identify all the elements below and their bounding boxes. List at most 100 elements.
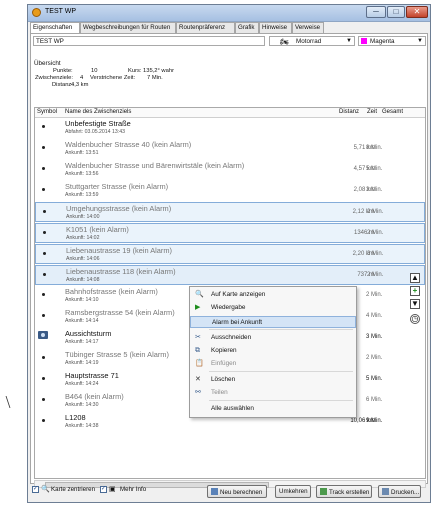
context-menu-item[interactable]: ▶ Wiedergabe [190, 302, 356, 314]
waypoint-bullet-icon [42, 188, 45, 191]
context-menu-label: Alle auswählen [211, 405, 254, 412]
maximize-button[interactable]: □ [387, 6, 405, 18]
waypoint-name: Bahnhofstrasse (kein Alarm) [65, 287, 158, 296]
header-zeit[interactable]: Zeit [367, 109, 377, 115]
move-up-button[interactable]: ▲ [410, 273, 420, 283]
table-row[interactable]: K1051 (kein Alarm) Ankunft: 14:02 1346 m2 … [35, 223, 425, 243]
zwischenziele-value: 4 [80, 75, 84, 81]
waypoint-name: Ramsbergstrasse 54 (kein Alarm) [65, 308, 175, 317]
waypoint-time-info: Ankunft: 13:51 [65, 150, 99, 156]
neu-berechnen-label: Neu berechnen [220, 489, 263, 496]
neu-berechnen-button[interactable]: Neu berechnen [207, 485, 267, 498]
waypoint-bullet-icon [43, 231, 46, 234]
waypoint-duration: 8 Min. [366, 145, 383, 151]
waypoint-time-info: Ankunft: 14:00 [66, 214, 100, 220]
table-row[interactable]: Umgehungsstrasse (kein Alarm) Ankunft: 14… [35, 202, 425, 222]
context-menu-label: Kopieren [211, 347, 237, 354]
delete-icon: ✕ [195, 376, 201, 383]
punkte-value: 10 [91, 68, 98, 74]
header-symbol[interactable]: Symbol [37, 109, 57, 115]
close-button[interactable]: ✕ [406, 6, 428, 18]
umkehren-button[interactable]: Umkehren [275, 485, 311, 498]
route-name-input[interactable]: TEST WP [33, 36, 265, 46]
context-menu-label: Alarm bei Ankunft [212, 319, 263, 326]
chevron-down-icon: ▼ [417, 38, 423, 44]
verstrichene-zeit-label: Verstrichene Zeit: [90, 75, 136, 81]
waypoint-duration: 2 Min. [367, 230, 384, 236]
table-row[interactable]: Liebenaustrasse 19 (kein Alarm) Ankunft: … [35, 244, 425, 264]
karte-zentrieren-checkbox[interactable]: ✓ [32, 486, 39, 493]
color-value: Magenta [370, 38, 395, 45]
umkehren-label: Umkehren [279, 488, 308, 495]
table-row[interactable]: Liebenaustrasse 118 (kein Alarm) Ankunft:… [35, 265, 425, 285]
waypoint-name: Stuttgarter Strasse (kein Alarm) [65, 182, 169, 191]
context-menu-label: Teilen [211, 389, 228, 396]
vehicle-select[interactable]: 🏍 Motorrad ▼ [269, 36, 355, 46]
color-select[interactable]: Magenta ▼ [358, 36, 426, 46]
waypoint-name: Hauptstrasse 71 [65, 371, 119, 380]
header-distanz[interactable]: Distanz [339, 109, 359, 115]
waypoint-bullet-icon [42, 125, 45, 128]
waypoint-duration: 4 Min. [366, 313, 383, 319]
header-gesamt[interactable]: Gesamt [382, 109, 403, 115]
menu-separator [209, 400, 353, 401]
waypoint-name: Aussichtsturm [65, 329, 112, 338]
waypoint-bullet-icon [42, 293, 45, 296]
waypoint-duration: 5 Min. [366, 166, 383, 172]
track-icon [320, 488, 327, 495]
tab-verweise[interactable]: Verweise [292, 22, 324, 33]
overview-box: Übersicht Punkte: 10 Kurs: 135,2° wahr Z… [34, 60, 194, 95]
context-menu-item[interactable]: ✂ Ausschneiden [190, 332, 356, 344]
camera-icon [38, 331, 48, 339]
track-erstellen-button[interactable]: Track erstellen [316, 485, 372, 498]
context-menu: 🔍 Auf Karte anzeigen ▶ Wiedergabe Alarm bei … [189, 286, 357, 418]
context-menu-label: Auf Karte anzeigen [211, 291, 266, 298]
waypoint-duration: 3 Min. [366, 334, 383, 340]
table-row[interactable]: Waldenbucher Strasse und Bärenwirtstäle … [35, 160, 425, 180]
overview-title: Übersicht [34, 60, 61, 67]
waypoint-time-info: Ankunft: 14:08 [66, 277, 100, 283]
split-icon: ⚯ [195, 389, 201, 396]
tab-hinweise[interactable]: Hinweise [259, 22, 292, 33]
waypoint-bullet-icon [42, 314, 45, 317]
context-menu-item[interactable]: ⧉ Kopieren [190, 345, 356, 357]
drucken-button[interactable]: Drucken... [378, 485, 421, 498]
waypoint-duration: 2 Min. [366, 355, 383, 361]
add-waypoint-button[interactable]: + [410, 286, 420, 296]
table-row[interactable]: Stuttgarter Strasse (kein Alarm) Ankunft:… [35, 181, 425, 201]
waypoint-name: Unbefestigte Straße [65, 119, 131, 128]
waypoint-name: B464 (kein Alarm) [65, 392, 124, 401]
waypoint-name: Liebenaustrasse 118 (kein Alarm) [66, 267, 176, 276]
context-menu-item[interactable]: Alle auswählen [190, 403, 356, 415]
move-down-button[interactable]: ▼ [410, 299, 420, 309]
context-menu-item[interactable]: ⚯ Teilen [190, 387, 356, 399]
waypoint-bullet-icon [42, 146, 45, 149]
chevron-down-icon: ▼ [346, 38, 352, 44]
distanz-label: Distanz: [52, 82, 73, 88]
app-window: TEST WP ─ □ ✕ Eigenschaften Wegbeschreib… [27, 4, 431, 503]
context-menu-item[interactable]: ✕ Löschen [190, 374, 356, 386]
clock-button[interactable]: ◷ [410, 314, 420, 324]
mehr-info-label: Mehr Info [120, 486, 147, 493]
context-menu-item[interactable]: 🔍 Auf Karte anzeigen [190, 289, 356, 301]
tab-routenpraeferenz[interactable]: Routenpräferenz [176, 22, 235, 33]
table-row[interactable]: Waldenbucher Strasse 40 (kein Alarm) Anku… [35, 139, 425, 159]
waypoint-time-info: Ankunft: 13:59 [65, 192, 99, 198]
context-menu-item[interactable]: Alarm bei Ankunft [190, 316, 356, 328]
tab-wegbeschreibungen[interactable]: Wegbeschreibungen für Routen [80, 22, 176, 33]
context-menu-item[interactable]: 📋 Einfügen [190, 358, 356, 370]
tab-grafik[interactable]: Grafik [235, 22, 259, 33]
mehr-info-checkbox[interactable]: ✓ [100, 486, 107, 493]
waypoint-duration: 3 Min. [367, 251, 384, 257]
table-row[interactable]: Unbefestigte Straße Abfahrt: 03.05.2014 1… [35, 118, 425, 138]
kurs-label: Kurs: [128, 68, 142, 74]
title-bar[interactable]: TEST WP ─ □ ✕ [28, 5, 430, 22]
waypoint-time-info: Ankunft: 14:17 [65, 339, 99, 345]
header-name[interactable]: Name des Zwischenziels [65, 109, 131, 115]
waypoint-time-info: Ankunft: 14:30 [65, 402, 99, 408]
minimize-button[interactable]: ─ [366, 6, 386, 18]
copy-icon: ⧉ [195, 347, 200, 354]
waypoint-time-info: Ankunft: 14:19 [65, 360, 99, 366]
waypoint-time-info: Ankunft: 14:10 [65, 297, 99, 303]
waypoint-duration: 3 Min. [366, 187, 383, 193]
